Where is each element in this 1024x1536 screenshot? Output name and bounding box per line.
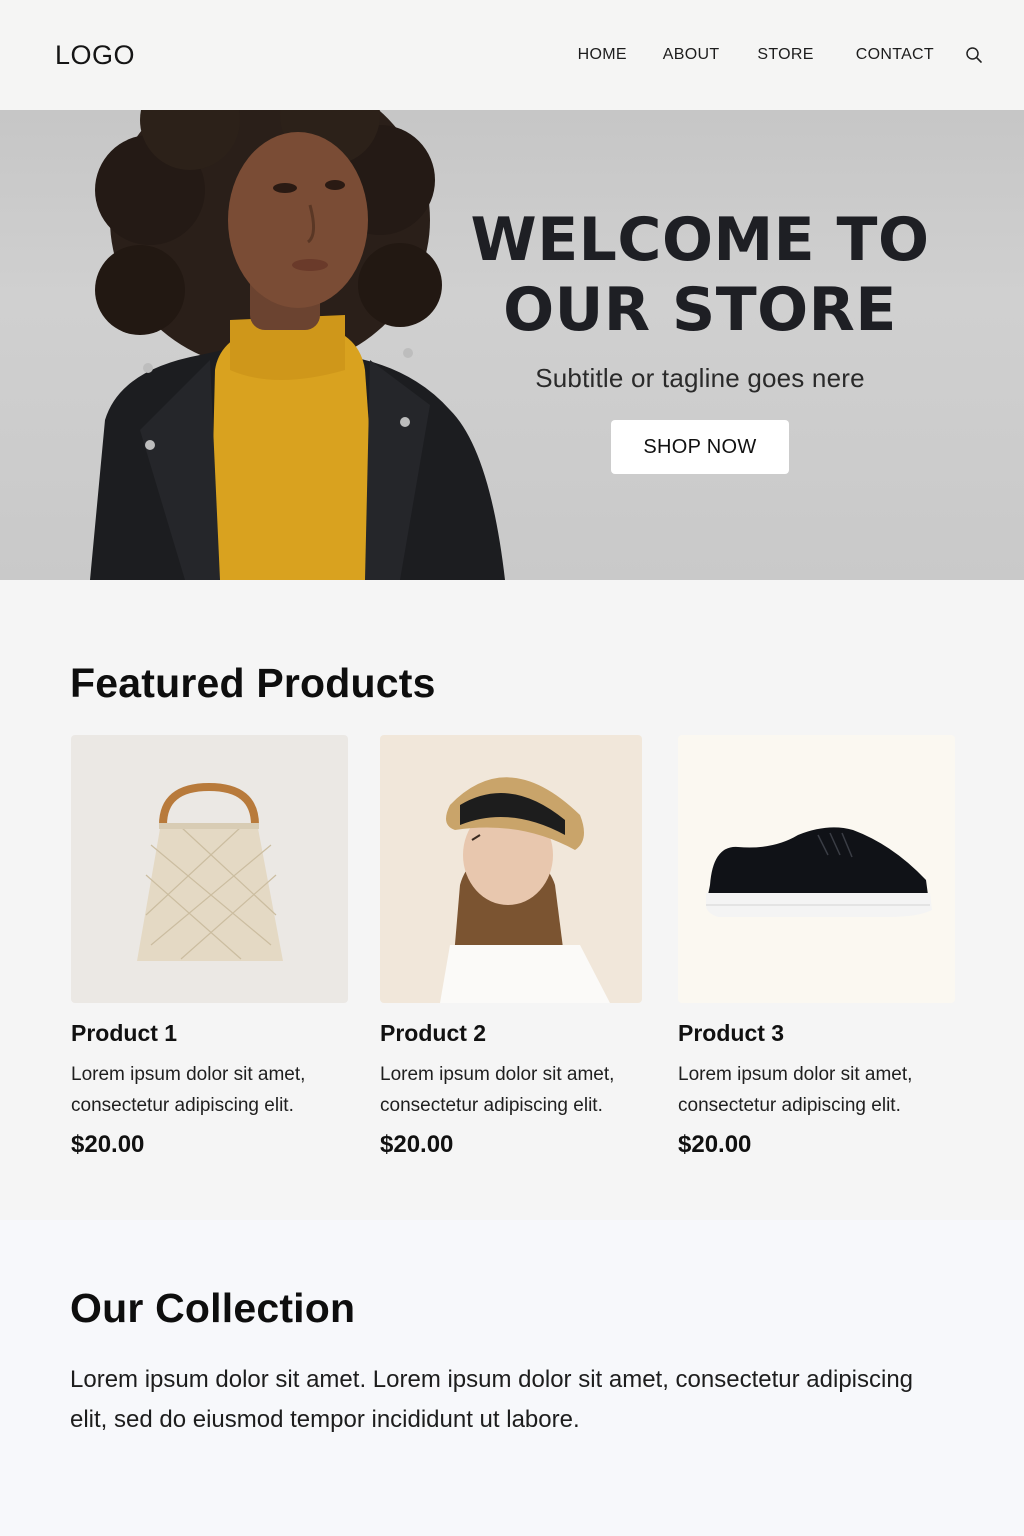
product-price: $20.00: [678, 1131, 752, 1158]
hero-content: WELCOME TO OUR STORE Subtitle or tagline…: [470, 205, 930, 474]
product-description: Lorem ipsum dolor sit amet, consectetur …: [71, 1064, 306, 1116]
straw-hat-model-image[interactable]: [380, 735, 642, 1003]
nav-contact[interactable]: CONTACT: [856, 46, 934, 64]
product-name[interactable]: Product 2: [380, 1020, 660, 1047]
product-card-3[interactable]: Product 3 Lorem ipsum dolor sit amet, co…: [678, 735, 958, 1159]
collection-title: Our Collection: [70, 1285, 356, 1331]
product-description: Lorem ipsum dolor sit amet, consectetur …: [380, 1064, 615, 1116]
collection-description: Lorem ipsum dolor sit amet. Lorem ipsum …: [70, 1366, 914, 1433]
site-header: LOGO HOME ABOUT STORE CONTACT: [0, 0, 1024, 110]
product-price: $20.00: [380, 1131, 454, 1158]
featured-title: Featured Products: [70, 660, 436, 706]
featured-products-section: Featured Products Product 1 Lorem ipsum …: [0, 580, 1024, 1220]
shop-now-button[interactable]: SHOP NOW: [611, 420, 789, 474]
product-description: Lorem ipsum dolor sit amet, consectetur …: [678, 1064, 913, 1116]
logo[interactable]: LOGO: [55, 40, 135, 71]
handbag-image[interactable]: [71, 735, 348, 1003]
product-name[interactable]: Product 3: [678, 1020, 958, 1047]
main-nav: HOME ABOUT STORE CONTACT: [578, 45, 984, 65]
hero-subtitle: Subtitle or tagline goes nere: [535, 363, 865, 393]
product-card-1[interactable]: Product 1 Lorem ipsum dolor sit amet, co…: [71, 735, 351, 1159]
hero-model-image: [90, 110, 505, 580]
product-card-2[interactable]: Product 2 Lorem ipsum dolor sit amet, co…: [380, 735, 660, 1159]
hero-banner: WELCOME TO OUR STORE Subtitle or tagline…: [0, 110, 1024, 580]
product-name[interactable]: Product 1: [71, 1020, 351, 1047]
nav-about[interactable]: ABOUT: [663, 46, 720, 64]
sneaker-image[interactable]: [678, 735, 955, 1003]
nav-home[interactable]: HOME: [578, 46, 627, 64]
nav-store[interactable]: STORE: [757, 46, 813, 64]
our-collection-section: Our Collection Lorem ipsum dolor sit ame…: [0, 1220, 1024, 1536]
search-icon[interactable]: [964, 45, 984, 65]
product-price: $20.00: [71, 1131, 145, 1158]
hero-title: WELCOME TO OUR STORE: [470, 205, 930, 345]
